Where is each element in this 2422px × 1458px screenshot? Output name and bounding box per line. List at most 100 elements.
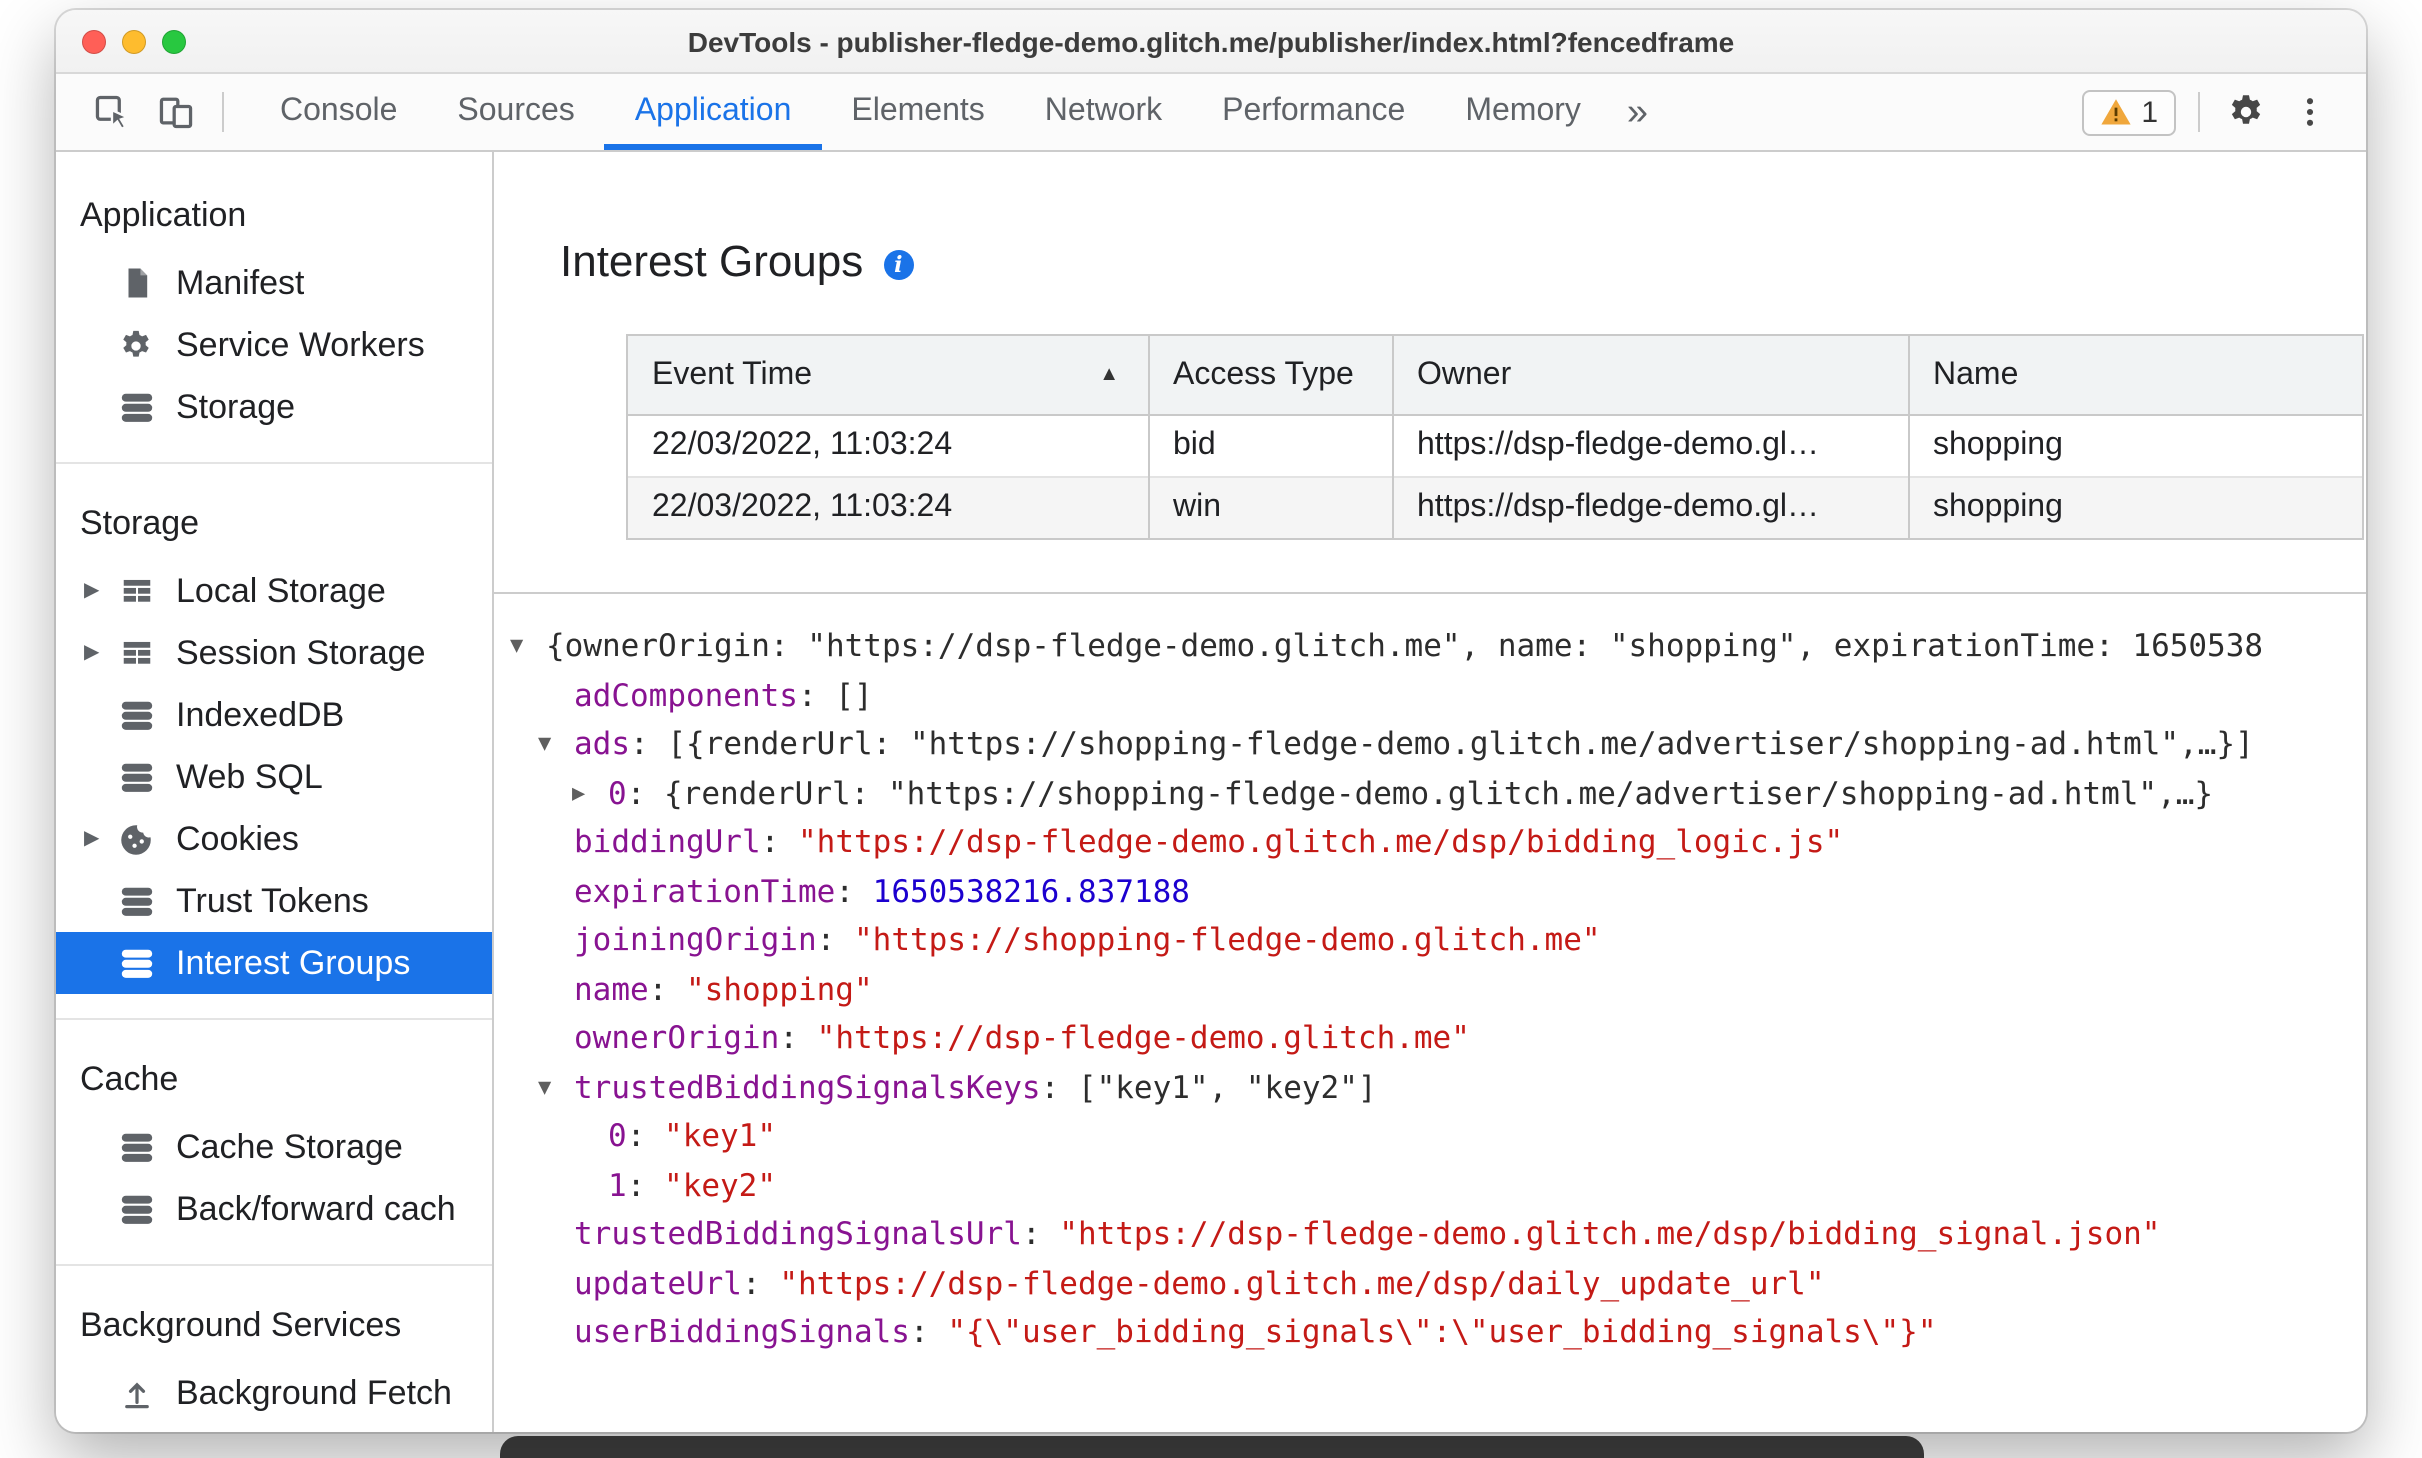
column-header-access-type[interactable]: Access Type (1148, 336, 1393, 415)
tab-console[interactable]: Console (250, 74, 427, 150)
tree-row[interactable]: userBiddingSignals: "{\"user_bidding_sig… (494, 1308, 2366, 1357)
tree-segment-str: "key1" (664, 1118, 777, 1154)
sidebar-item-service-workers[interactable]: Service Workers (56, 314, 492, 376)
tree-row[interactable]: updateUrl: "https://dsp-fledge-demo.glit… (494, 1259, 2366, 1308)
sidebar-item-label: Cookies (176, 819, 299, 857)
tree-segment-plain: : (648, 971, 686, 1007)
sidebar-item-label: Session Storage (176, 633, 426, 671)
sidebar-section-application: Application (80, 196, 247, 234)
sidebar-item-trust-tokens[interactable]: Trust Tokens (56, 870, 492, 932)
tree-segment-plain: : {renderUrl: "https://shopping-fledge-d… (626, 775, 2214, 811)
manifest-icon (116, 263, 156, 303)
more-tabs-button[interactable]: » (1611, 93, 1664, 131)
table-row[interactable]: 22/03/2022, 11:03:24 win https://dsp-fledg… (628, 477, 2362, 538)
sidebar-item-storage[interactable]: Storage (56, 376, 492, 438)
sidebar-item-local-storage[interactable]: ▶ Local Storage (56, 560, 492, 622)
tree-row[interactable]: ownerOrigin: "https://dsp-fledge-demo.gl… (494, 1014, 2366, 1063)
sidebar-item-web-sql[interactable]: Web SQL (56, 746, 492, 808)
tree-segment-plain: : (626, 1167, 665, 1203)
tree-segment-key: biddingUrl (574, 824, 761, 860)
inspect-element-icon[interactable] (84, 82, 140, 142)
tree-segment-key: 0 (608, 1118, 627, 1154)
database-icon (116, 1189, 156, 1229)
tree-row[interactable]: ▼ ads: [{renderUrl: "https://shopping-fle… (494, 720, 2366, 769)
disclosure-triangle-icon[interactable]: ▼ (538, 1063, 551, 1112)
tree-row[interactable]: ▼ trustedBiddingSignalsKeys: ["key1", "ke… (494, 1063, 2366, 1112)
expand-arrow-icon[interactable]: ▶ (84, 580, 116, 602)
table-cell-access-type: win (1148, 477, 1393, 538)
tree-row[interactable]: 1: "key2" (494, 1161, 2366, 1210)
sidebar-item-background-fetch[interactable]: Background Fetch (56, 1362, 492, 1424)
titlebar: DevTools - publisher-fledge-demo.glitch.… (56, 10, 2366, 74)
sidebar-item-manifest[interactable]: Manifest (56, 252, 492, 314)
table-cell-access-type: bid (1148, 415, 1393, 477)
table-cell-name: shopping (1933, 490, 2063, 524)
toolbar-divider (222, 92, 224, 132)
settings-gear-icon[interactable] (2218, 82, 2274, 142)
minimize-window-button[interactable] (122, 29, 146, 53)
warning-icon (2099, 98, 2131, 126)
info-icon[interactable]: i (883, 249, 914, 279)
database-icon (116, 1127, 156, 1167)
tree-row[interactable]: biddingUrl: "https://dsp-fledge-demo.gli… (494, 818, 2366, 867)
more-options-icon[interactable] (2282, 82, 2338, 142)
tab-application[interactable]: Application (604, 74, 822, 150)
panel-tabs: Console Sources Application Elements Network… (250, 74, 1611, 150)
service-workers-icon (116, 325, 156, 365)
tab-network[interactable]: Network (1015, 74, 1192, 150)
sidebar-item-label: Trust Tokens (176, 881, 369, 919)
tree-segment-key: adComponents (574, 677, 798, 713)
tab-performance[interactable]: Performance (1192, 74, 1435, 150)
background-fetch-icon (116, 1373, 156, 1413)
tab-elements[interactable]: Elements (821, 74, 1014, 150)
page-title: Interest Groups (560, 236, 864, 286)
sort-arrow-icon: ▲ (1099, 362, 1119, 385)
tab-sources[interactable]: Sources (427, 74, 604, 150)
warning-badge[interactable]: 1 (2081, 89, 2176, 135)
sidebar-item-cookies[interactable]: ▶ Cookies (56, 808, 492, 870)
close-window-button[interactable] (82, 29, 106, 53)
table-row[interactable]: 22/03/2022, 11:03:24 bid https://dsp-fledg… (628, 415, 2362, 477)
application-sidebar: Application Manifest Service Workers Storag… (56, 152, 494, 1432)
tree-row[interactable]: ▼ {ownerOrigin: "https://dsp-fledge-demo.… (494, 622, 2366, 671)
sidebar-divider (56, 462, 492, 464)
disclosure-triangle-icon[interactable]: ▼ (538, 720, 551, 769)
tree-row[interactable]: ▶ 0: {renderUrl: "https://shopping-fledge… (494, 769, 2366, 818)
disclosure-triangle-icon[interactable]: ▼ (510, 622, 523, 671)
tree-row[interactable]: joiningOrigin: "https://shopping-fledge-… (494, 916, 2366, 965)
expand-arrow-icon[interactable]: ▶ (84, 642, 116, 664)
tree-row[interactable]: name: "shopping" (494, 965, 2366, 1014)
tree-segment-key: updateUrl (574, 1265, 742, 1301)
disclosure-triangle-icon[interactable]: ▶ (572, 769, 585, 818)
device-toolbar-icon[interactable] (148, 82, 204, 142)
tree-row[interactable]: adComponents: [] (494, 671, 2366, 720)
tree-segment-str: "key2" (664, 1167, 777, 1203)
tree-segment-plain: : (1021, 1216, 1060, 1252)
tree-segment-str: "https://shopping-fledge-demo.glitch.me" (854, 922, 1601, 958)
database-icon (116, 695, 156, 735)
sidebar-item-label: Back/forward cach (176, 1189, 456, 1227)
tree-row[interactable]: trustedBiddingSignalsUrl: "https://dsp-f… (494, 1210, 2366, 1259)
sidebar-item-indexeddb[interactable]: IndexedDB (56, 684, 492, 746)
database-icon (116, 943, 156, 983)
expand-arrow-icon[interactable]: ▶ (84, 828, 116, 850)
sidebar-item-cache-storage[interactable]: Cache Storage (56, 1116, 492, 1178)
tab-memory[interactable]: Memory (1435, 74, 1611, 150)
column-header-owner[interactable]: Owner (1392, 336, 1909, 415)
table-icon (116, 571, 156, 611)
tree-segment-key: ownerOrigin (574, 1020, 780, 1056)
sidebar-item-session-storage[interactable]: ▶ Session Storage (56, 622, 492, 684)
column-header-name[interactable]: Name (1908, 336, 2362, 415)
sidebar-item-back-forward-cach[interactable]: Back/forward cach (56, 1178, 492, 1240)
zoom-window-button[interactable] (162, 29, 186, 53)
tree-segment-num: 1650538216.837188 (872, 873, 1190, 909)
sidebar-item-interest-groups[interactable]: Interest Groups (56, 932, 492, 994)
interest-group-details-section: ▼ {ownerOrigin: "https://dsp-fledge-demo.… (494, 592, 2366, 1357)
tree-row[interactable]: expirationTime: 1650538216.837188 (494, 867, 2366, 916)
column-header-event-time[interactable]: Event Time ▲ (628, 336, 1149, 415)
tree-segment-key: 1 (608, 1167, 627, 1203)
screen: DevTools - publisher-fledge-demo.glitch.… (0, 0, 2422, 1458)
sidebar-item-label: Storage (176, 387, 296, 425)
sidebar-item-label: Manifest (176, 263, 305, 301)
tree-row[interactable]: 0: "key1" (494, 1112, 2366, 1161)
